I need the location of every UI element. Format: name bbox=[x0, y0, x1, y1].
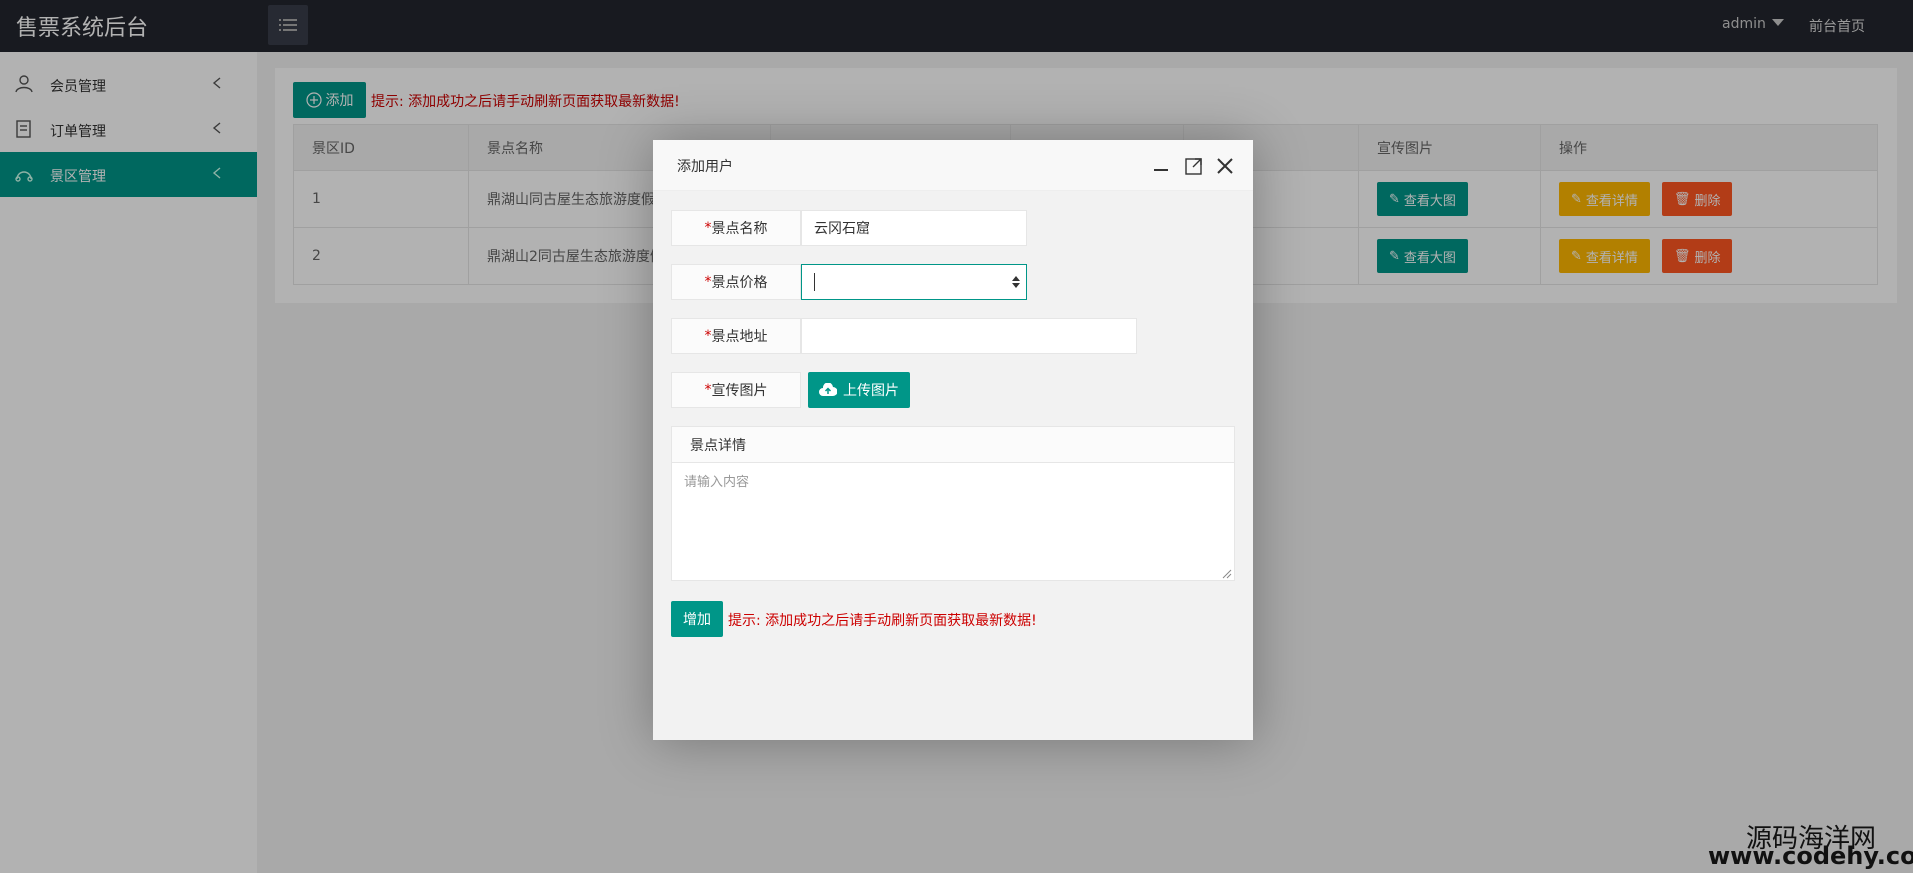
number-spinner-icon[interactable] bbox=[1012, 274, 1020, 290]
text-cursor bbox=[814, 273, 815, 291]
upload-image-button[interactable]: 上传图片 bbox=[808, 372, 910, 408]
resize-handle-icon[interactable] bbox=[1222, 569, 1232, 579]
address-input[interactable] bbox=[801, 318, 1137, 354]
detail-field: 景点详情 请输入内容 bbox=[671, 426, 1235, 581]
price-label: * 景点价格 bbox=[671, 264, 801, 300]
submit-hint: 提示: 添加成功之后请手动刷新页面获取最新数据! bbox=[728, 613, 1037, 629]
maximize-icon[interactable] bbox=[1184, 156, 1204, 176]
name-input[interactable]: 云冈石窟 bbox=[801, 210, 1027, 246]
dialog-header: 添加用户 bbox=[653, 140, 1253, 191]
detail-textarea[interactable]: 请输入内容 bbox=[672, 463, 1234, 581]
watermark-url: www.codehy.com bbox=[1708, 842, 1913, 870]
add-dialog: 添加用户 * 景点名称 云冈石窟 * 景点价格 * 景点地址 * 宣传图片 上传… bbox=[653, 140, 1253, 740]
detail-placeholder: 请输入内容 bbox=[684, 475, 750, 490]
minimize-icon[interactable] bbox=[1151, 156, 1171, 176]
price-input[interactable] bbox=[801, 264, 1027, 300]
dialog-title: 添加用户 bbox=[677, 159, 733, 175]
name-label: * 景点名称 bbox=[671, 210, 801, 246]
submit-button[interactable]: 增加 bbox=[671, 601, 723, 637]
detail-label: 景点详情 bbox=[672, 427, 1234, 463]
close-icon[interactable] bbox=[1215, 156, 1235, 176]
address-label: * 景点地址 bbox=[671, 318, 801, 354]
cloud-upload-icon bbox=[819, 383, 837, 396]
image-label: * 宣传图片 bbox=[671, 372, 801, 408]
